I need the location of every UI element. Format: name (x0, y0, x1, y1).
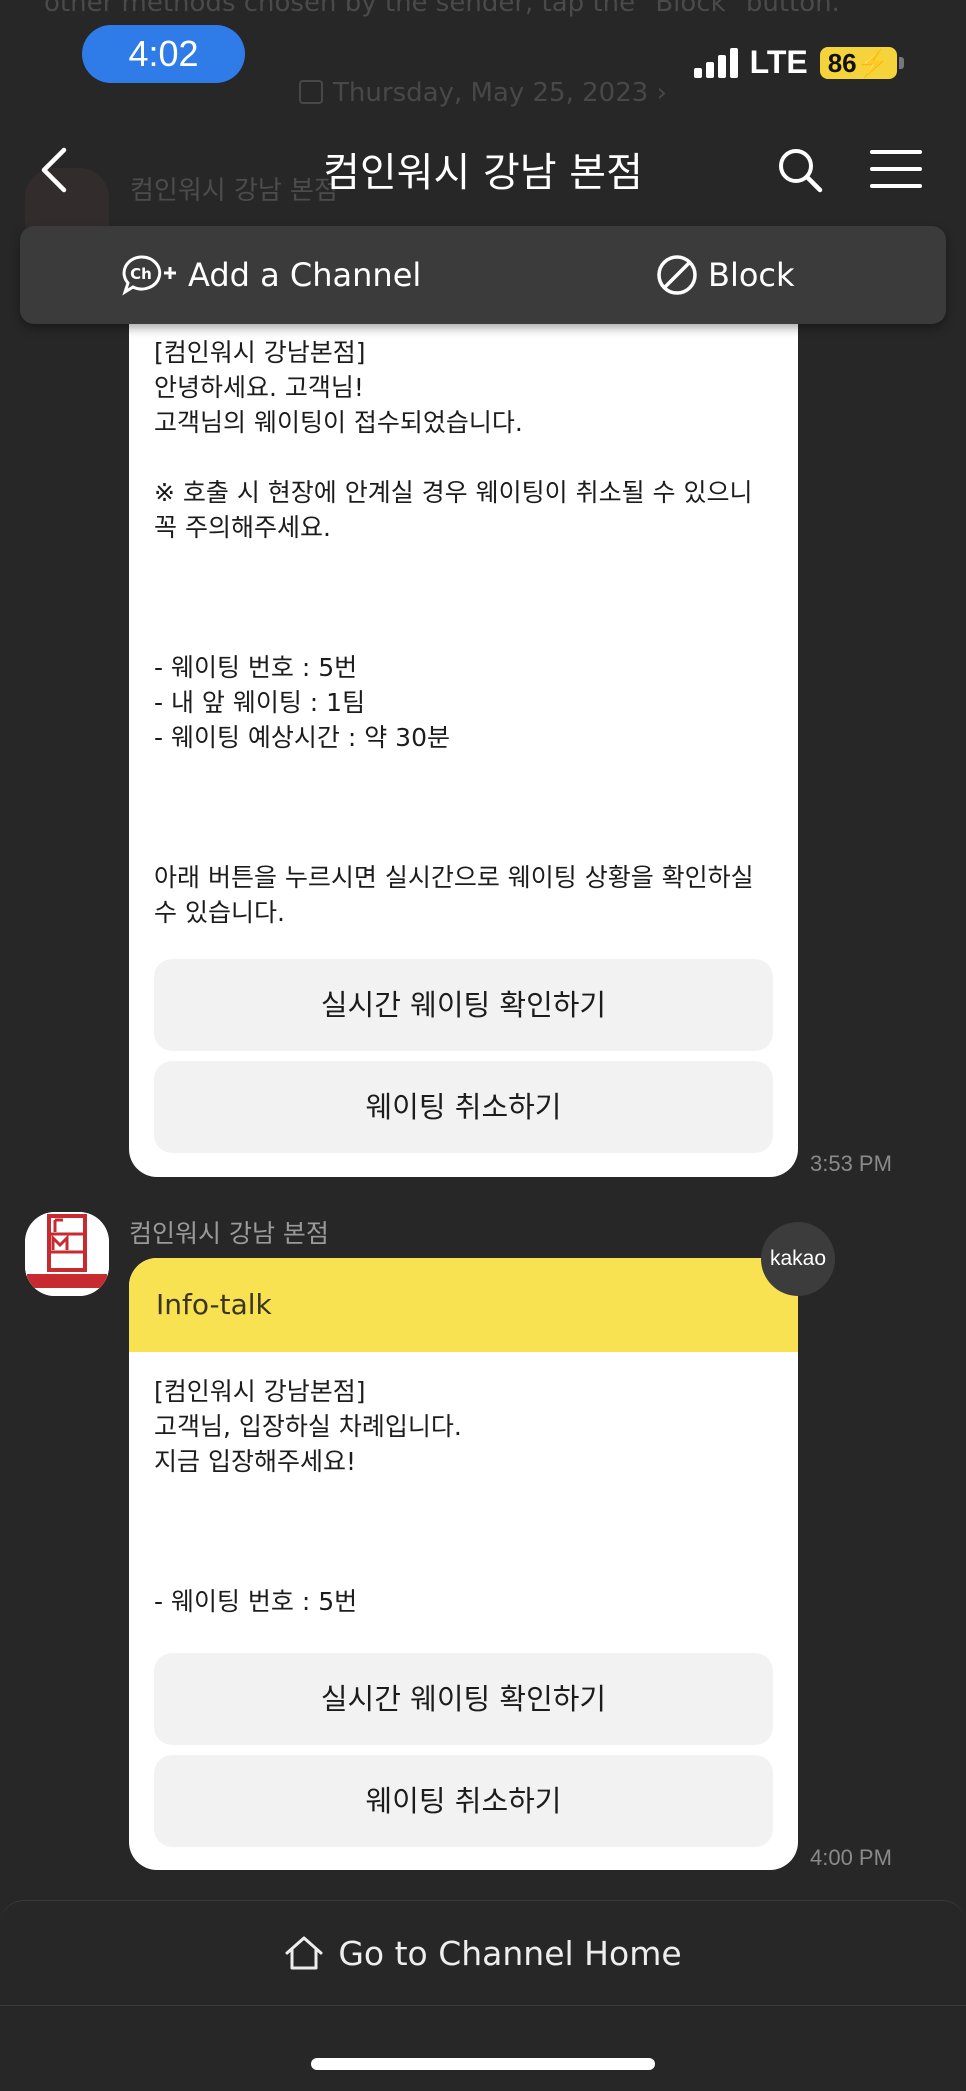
block-icon (657, 255, 697, 295)
avatar[interactable] (25, 1212, 109, 1296)
svg-text:Ch: Ch (130, 265, 152, 283)
battery-level: 86⚡ (819, 46, 897, 79)
cancel-waiting-button[interactable]: 웨이팅 취소하기 (154, 1755, 773, 1847)
channel-action-bar: Ch Add a Channel Block (20, 226, 946, 324)
block-button[interactable]: Block (656, 226, 795, 324)
check-waiting-button[interactable]: 실시간 웨이팅 확인하기 (154, 1653, 773, 1745)
cancel-waiting-button[interactable]: 웨이팅 취소하기 (154, 1061, 773, 1153)
kakao-badge: kakao (761, 1222, 835, 1296)
status-time: 4:02 (82, 25, 245, 83)
block-label: Block (708, 256, 795, 294)
message-time: 4:00 PM (810, 1845, 892, 1870)
add-channel-button[interactable]: Ch Add a Channel (120, 226, 421, 324)
info-talk-header: Info-talk (129, 1258, 798, 1352)
signal-icon (693, 47, 738, 78)
chat-header: 컴인워시 강남 본점 (0, 130, 966, 210)
home-icon (285, 1936, 323, 1970)
message-time: 3:53 PM (810, 1151, 892, 1176)
background-message-text: other methods chosen by the sender, tap … (44, 0, 840, 18)
date-label: Thursday, May 25, 2023 (333, 78, 649, 108)
status-indicators: LTE 86⚡ (693, 44, 904, 81)
message-body: [컴인워시 강남본점] 안녕하세요. 고객님! 고객님의 웨이팅이 접수되었습니… (154, 338, 754, 927)
home-indicator[interactable] (311, 2058, 655, 2070)
message-card: Info-talk [컴인워시 강남본점] 고객님, 입장하실 차례입니다. 지… (129, 1258, 798, 1870)
search-icon[interactable] (776, 146, 824, 194)
check-waiting-button[interactable]: 실시간 웨이팅 확인하기 (154, 959, 773, 1051)
add-channel-icon: Ch (122, 255, 176, 296)
store-logo-icon (25, 1212, 109, 1296)
channel-home-label: Go to Channel Home (338, 1933, 682, 1973)
network-type: LTE (749, 44, 808, 80)
menu-icon[interactable] (870, 148, 922, 190)
message-body: [컴인워시 강남본점] 고객님, 입장하실 차례입니다. 지금 입장해주세요! … (154, 1377, 462, 1616)
add-channel-label: Add a Channel (188, 256, 422, 294)
calendar-icon (299, 80, 324, 104)
message-card: [컴인워시 강남본점] 안녕하세요. 고객님! 고객님의 웨이팅이 접수되었습니… (129, 230, 798, 1177)
channel-home-button[interactable]: Go to Channel Home (0, 1900, 966, 2006)
sender-name: 컴인워시 강남 본점 (129, 1219, 329, 1248)
battery-icon: 86⚡ (819, 46, 904, 79)
